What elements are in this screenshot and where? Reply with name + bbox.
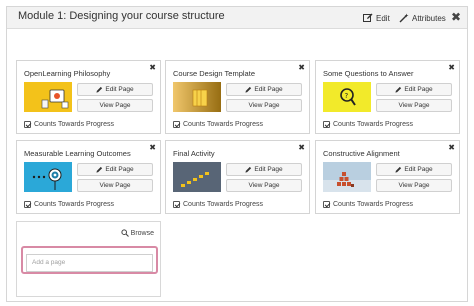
view-page-label: View Page bbox=[398, 182, 430, 189]
pencil-icon bbox=[245, 86, 252, 93]
page-card-title: Measurable Learning Outcomes bbox=[24, 149, 131, 158]
magic-wand-icon bbox=[399, 13, 409, 23]
close-icon[interactable]: ✖ bbox=[149, 143, 156, 152]
view-page-button[interactable]: View Page bbox=[376, 179, 452, 192]
view-page-label: View Page bbox=[99, 182, 131, 189]
counts-towards-progress[interactable]: Counts Towards Progress bbox=[173, 121, 263, 128]
close-icon[interactable]: ✖ bbox=[448, 63, 455, 72]
counts-towards-progress[interactable]: Counts Towards Progress bbox=[24, 201, 114, 208]
module-close-button[interactable]: ✖ bbox=[451, 10, 461, 24]
progress-label: Counts Towards Progress bbox=[34, 121, 115, 128]
view-page-label: View Page bbox=[248, 102, 280, 109]
edit-page-label: Edit Page bbox=[404, 166, 433, 173]
pencil-icon bbox=[96, 166, 103, 173]
view-page-label: View Page bbox=[248, 182, 280, 189]
browse-button[interactable]: Browse bbox=[121, 229, 154, 237]
view-page-button[interactable]: View Page bbox=[77, 99, 153, 112]
page-card-title: Some Questions to Answer bbox=[323, 69, 414, 78]
pencil-icon bbox=[96, 86, 103, 93]
edit-page-button[interactable]: Edit Page bbox=[376, 163, 452, 176]
page-thumbnail bbox=[173, 82, 221, 112]
page-card-title: OpenLearning Philosophy bbox=[24, 69, 111, 78]
progress-label: Counts Towards Progress bbox=[333, 121, 414, 128]
progress-label: Counts Towards Progress bbox=[183, 121, 264, 128]
counts-towards-progress[interactable]: Counts Towards Progress bbox=[173, 201, 263, 208]
progress-label: Counts Towards Progress bbox=[333, 201, 414, 208]
add-page-panel: Browse bbox=[16, 221, 161, 297]
page-thumbnail bbox=[24, 162, 72, 192]
view-page-button[interactable]: View Page bbox=[226, 99, 302, 112]
checkbox-icon[interactable] bbox=[24, 201, 31, 208]
view-page-button[interactable]: View Page bbox=[376, 99, 452, 112]
view-page-label: View Page bbox=[99, 102, 131, 109]
counts-towards-progress[interactable]: Counts Towards Progress bbox=[323, 121, 413, 128]
progress-label: Counts Towards Progress bbox=[34, 201, 115, 208]
module-attributes-button[interactable]: Attributes bbox=[399, 11, 446, 25]
page-thumbnail bbox=[323, 162, 371, 192]
close-icon[interactable]: ✖ bbox=[298, 143, 305, 152]
browse-label: Browse bbox=[130, 229, 154, 237]
page-card: OpenLearning Philosophy ✖ Edit Page View… bbox=[16, 60, 161, 134]
page-card: Course Design Template ✖ Edit Page View … bbox=[165, 60, 310, 134]
edit-page-label: Edit Page bbox=[105, 166, 134, 173]
add-page-highlight bbox=[21, 246, 158, 274]
page-card: Measurable Learning Outcomes ✖ Edit Page… bbox=[16, 140, 161, 214]
edit-page-button[interactable]: Edit Page bbox=[77, 163, 153, 176]
edit-page-button[interactable]: Edit Page bbox=[376, 83, 452, 96]
view-page-label: View Page bbox=[398, 102, 430, 109]
edit-page-label: Edit Page bbox=[254, 166, 283, 173]
module-edit-label: Edit bbox=[376, 13, 390, 23]
module-header: Module 1: Designing your course structur… bbox=[7, 7, 467, 29]
page-card: Final Activity ✖ Edit Page View Page Cou… bbox=[165, 140, 310, 214]
view-page-button[interactable]: View Page bbox=[226, 179, 302, 192]
view-page-button[interactable]: View Page bbox=[77, 179, 153, 192]
search-icon bbox=[121, 229, 129, 237]
pencil-icon bbox=[395, 166, 402, 173]
page-card: Constructive Alignment ✖ Edit Page View … bbox=[315, 140, 460, 214]
edit-page-label: Edit Page bbox=[254, 86, 283, 93]
checkbox-icon[interactable] bbox=[173, 121, 180, 128]
module-attributes-label: Attributes bbox=[412, 13, 446, 23]
module-title: Module 1: Designing your course structur… bbox=[18, 10, 225, 22]
counts-towards-progress[interactable]: Counts Towards Progress bbox=[24, 121, 114, 128]
module-edit-button[interactable]: Edit bbox=[363, 11, 390, 25]
page-thumbnail: ? bbox=[323, 82, 371, 112]
checkbox-icon[interactable] bbox=[323, 201, 330, 208]
pencil-icon bbox=[395, 86, 402, 93]
module-panel: Module 1: Designing your course structur… bbox=[6, 6, 468, 302]
page-card-title: Course Design Template bbox=[173, 69, 255, 78]
edit-page-button[interactable]: Edit Page bbox=[226, 163, 302, 176]
edit-page-label: Edit Page bbox=[105, 86, 134, 93]
close-icon[interactable]: ✖ bbox=[448, 143, 455, 152]
svg-text:?: ? bbox=[345, 92, 349, 100]
counts-towards-progress[interactable]: Counts Towards Progress bbox=[323, 201, 413, 208]
page-card-title: Final Activity bbox=[173, 149, 215, 158]
edit-icon bbox=[363, 13, 373, 22]
page-thumbnail bbox=[173, 162, 221, 192]
edit-page-button[interactable]: Edit Page bbox=[77, 83, 153, 96]
close-icon[interactable]: ✖ bbox=[149, 63, 156, 72]
page-card-title: Constructive Alignment bbox=[323, 149, 400, 158]
pencil-icon bbox=[245, 166, 252, 173]
add-page-input[interactable] bbox=[26, 253, 153, 272]
progress-label: Counts Towards Progress bbox=[183, 201, 264, 208]
edit-page-button[interactable]: Edit Page bbox=[226, 83, 302, 96]
checkbox-icon[interactable] bbox=[173, 201, 180, 208]
checkbox-icon[interactable] bbox=[323, 121, 330, 128]
edit-page-label: Edit Page bbox=[404, 86, 433, 93]
page-thumbnail bbox=[24, 82, 72, 112]
close-icon[interactable]: ✖ bbox=[298, 63, 305, 72]
checkbox-icon[interactable] bbox=[24, 121, 31, 128]
close-icon: ✖ bbox=[451, 10, 462, 24]
page-card: Some Questions to Answer ✖ ? Edit Page V… bbox=[315, 60, 460, 134]
